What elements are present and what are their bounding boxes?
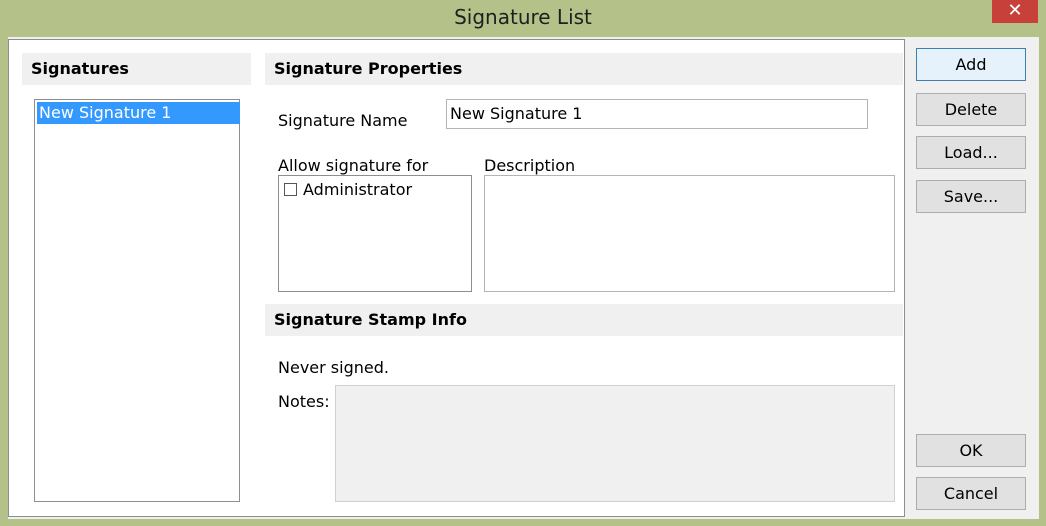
stamp-status-text: Never signed. — [278, 358, 389, 377]
signature-name-label: Signature Name — [278, 111, 408, 130]
dialog-client-area: Signatures New Signature 1 Signature Pro… — [8, 37, 1039, 519]
add-button[interactable]: Add — [916, 48, 1026, 81]
allow-signature-list[interactable]: Administrator — [278, 175, 472, 292]
checkbox-unchecked-icon[interactable] — [284, 183, 297, 196]
signature-properties-header: Signature Properties — [265, 53, 903, 85]
description-label: Description — [484, 156, 576, 175]
cancel-button[interactable]: Cancel — [916, 477, 1026, 510]
allow-item-label: Administrator — [303, 180, 413, 199]
signature-name-input[interactable]: New Signature 1 — [446, 99, 868, 129]
load-button[interactable]: Load... — [916, 136, 1026, 169]
notes-field — [335, 385, 895, 502]
description-input[interactable] — [484, 175, 895, 292]
close-button[interactable]: ✕ — [992, 0, 1038, 23]
window-title: Signature List — [454, 5, 592, 29]
save-button[interactable]: Save... — [916, 180, 1026, 213]
signature-stamp-info-header: Signature Stamp Info — [265, 304, 903, 336]
signatures-header: Signatures — [22, 53, 251, 85]
ok-button[interactable]: OK — [916, 434, 1026, 467]
list-item[interactable]: New Signature 1 — [37, 102, 240, 124]
main-panel: Signatures New Signature 1 Signature Pro… — [8, 39, 905, 517]
delete-button[interactable]: Delete — [916, 93, 1026, 126]
allow-item-administrator[interactable]: Administrator — [284, 180, 412, 199]
title-bar: Signature List ✕ — [0, 0, 1046, 36]
notes-label: Notes: — [278, 392, 330, 411]
close-icon: ✕ — [1007, 0, 1023, 21]
allow-signature-label: Allow signature for — [278, 156, 429, 175]
signatures-list[interactable]: New Signature 1 — [34, 99, 240, 502]
